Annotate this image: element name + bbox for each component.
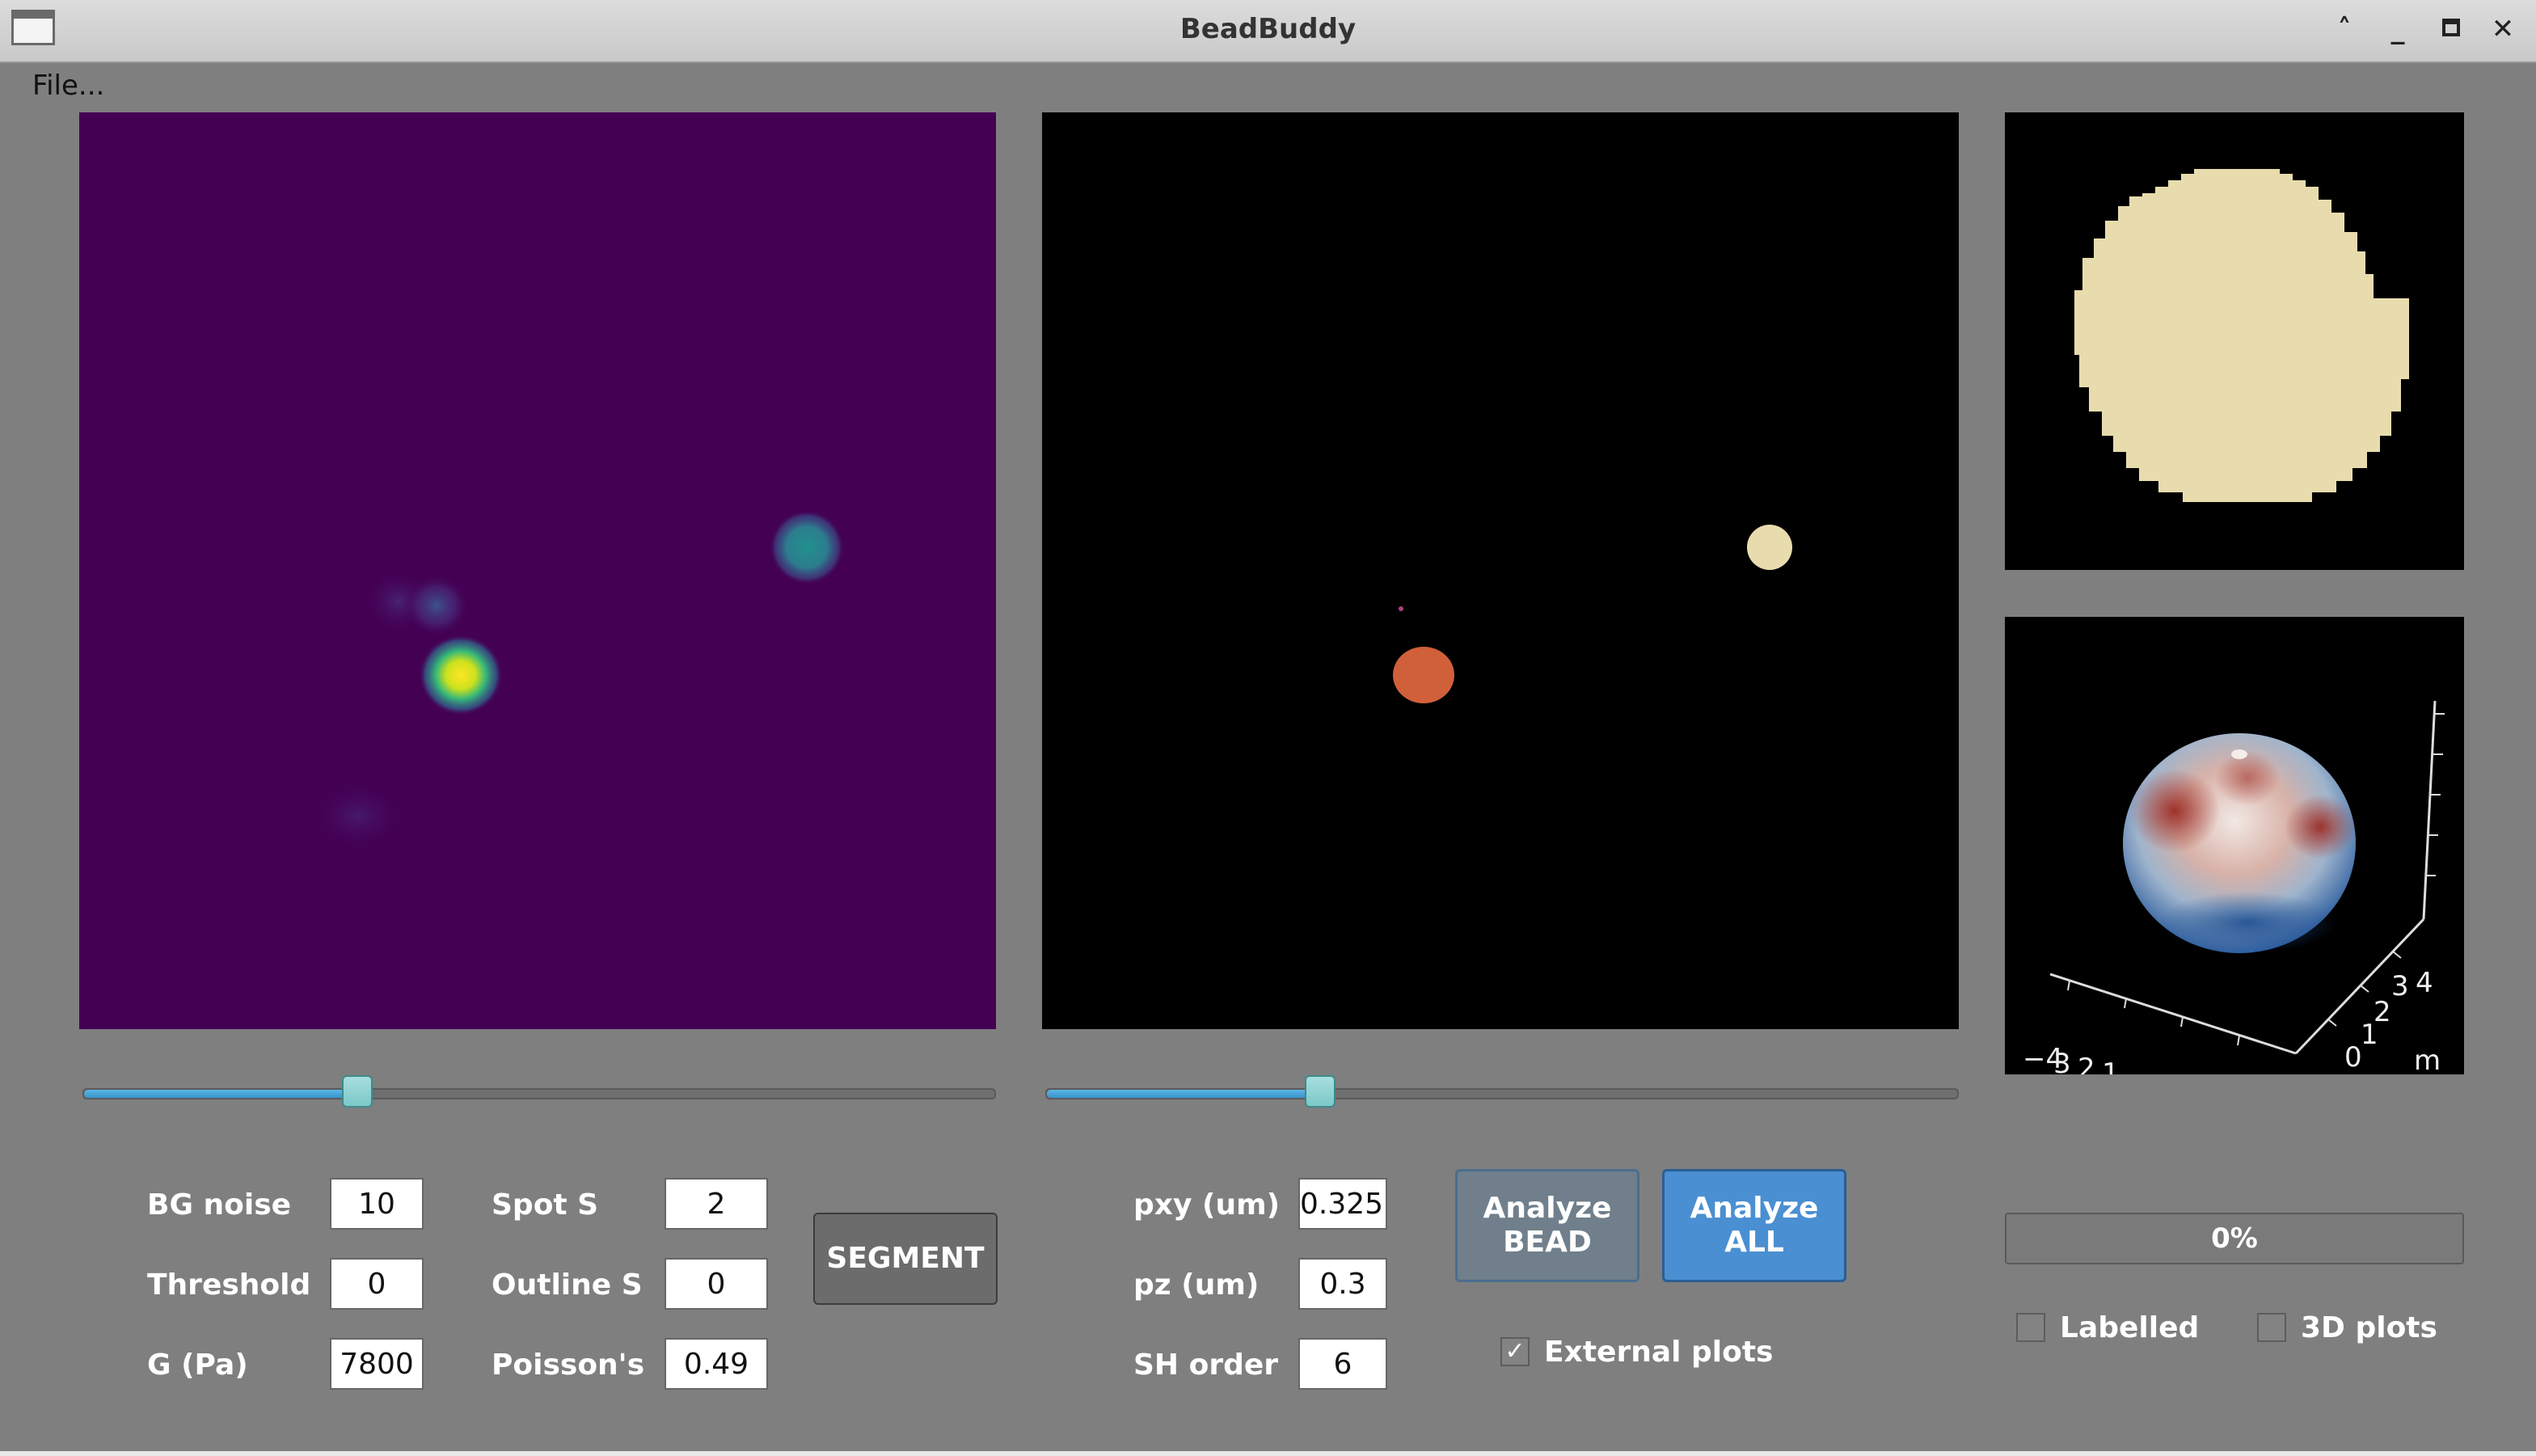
progress-text: 0% [2211,1222,2258,1255]
spot-s-input[interactable] [665,1178,768,1230]
g-pa-input[interactable] [330,1338,424,1390]
bg-noise-input[interactable] [330,1178,424,1230]
axis-tick-label: m [2414,1045,2441,1074]
window-title: BeadBuddy [1179,13,1357,45]
threshold-input[interactable] [330,1258,424,1310]
window-bottom-edge [0,1451,2536,1456]
bead-thumbnail-canvas [2005,112,2464,570]
shape-3d-canvas: −4 3 2 1 3 4 2 1 0 m [2005,617,2464,1074]
slider-handle[interactable] [1304,1075,1336,1108]
bg-noise-label: BG noise [147,1188,292,1222]
menu-bar: File... [0,63,2536,107]
labelled-label: Labelled [2060,1311,2200,1344]
analyze-all-label: Analyze ALL [1690,1192,1819,1259]
axis-tick-label: 3 [2391,970,2409,1002]
outline-s-input[interactable] [665,1258,768,1310]
pz-input[interactable] [1298,1258,1387,1310]
axis-tick-label: 2 [2078,1053,2095,1074]
axis-tick-label: 1 [2102,1057,2120,1074]
z-slice-slider-left[interactable] [82,1075,996,1108]
slider-fill [1047,1090,1320,1098]
slider-handle[interactable] [341,1075,373,1108]
axis-tick-label: 3 [2053,1048,2071,1074]
title-bar: BeadBuddy ˄ _ ✕ [0,0,2536,63]
pz-label: pz (um) [1133,1268,1260,1302]
g-pa-label: G (Pa) [147,1348,248,1382]
z-slice-slider-right[interactable] [1045,1075,1959,1108]
slider-fill [84,1090,357,1098]
raw-image-canvas [79,112,996,1029]
raw-image-view[interactable] [79,112,996,1029]
outline-s-label: Outline S [492,1268,643,1302]
segmentation-canvas [1042,112,1959,1029]
axis-tick-label: 1 [2361,1019,2378,1051]
poissons-label: Poisson's [492,1348,645,1382]
sh-order-label: SH order [1133,1348,1279,1382]
axis-tick-label: 0 [2344,1041,2362,1074]
progress-bar: 0% [2005,1213,2464,1264]
minimize-icon[interactable]: _ [2382,11,2414,47]
poissons-input[interactable] [665,1338,768,1390]
labelled-checkbox[interactable] [2016,1313,2045,1342]
analyze-bead-label: Analyze BEAD [1483,1192,1612,1259]
3d-plots-label: 3D plots [2301,1311,2437,1344]
menu-file[interactable]: File... [32,70,104,102]
analyze-all-button[interactable]: Analyze ALL [1662,1169,1846,1282]
maximize-icon[interactable] [2435,11,2467,47]
spot-s-label: Spot S [492,1188,599,1222]
segmentation-view[interactable] [1042,112,1959,1029]
analyze-bead-button[interactable]: Analyze BEAD [1455,1169,1639,1282]
axis-tick-label: 4 [2416,967,2433,999]
3d-plots-checkbox[interactable] [2257,1313,2286,1342]
pxy-input[interactable] [1298,1178,1387,1230]
external-plots-checkbox[interactable]: ✓ [1500,1337,1530,1366]
bead-thumbnail [2005,112,2464,570]
threshold-label: Threshold [147,1268,311,1302]
pxy-label: pxy (um) [1133,1188,1281,1222]
sh-order-input[interactable] [1298,1338,1387,1390]
shape-3d-plot[interactable]: −4 3 2 1 3 4 2 1 0 m [2005,617,2464,1074]
segment-button[interactable]: SEGMENT [813,1213,998,1305]
external-plots-label: External plots [1544,1336,1774,1369]
chevron-up-icon[interactable]: ˄ [2328,11,2361,47]
close-icon[interactable]: ✕ [2487,11,2519,47]
